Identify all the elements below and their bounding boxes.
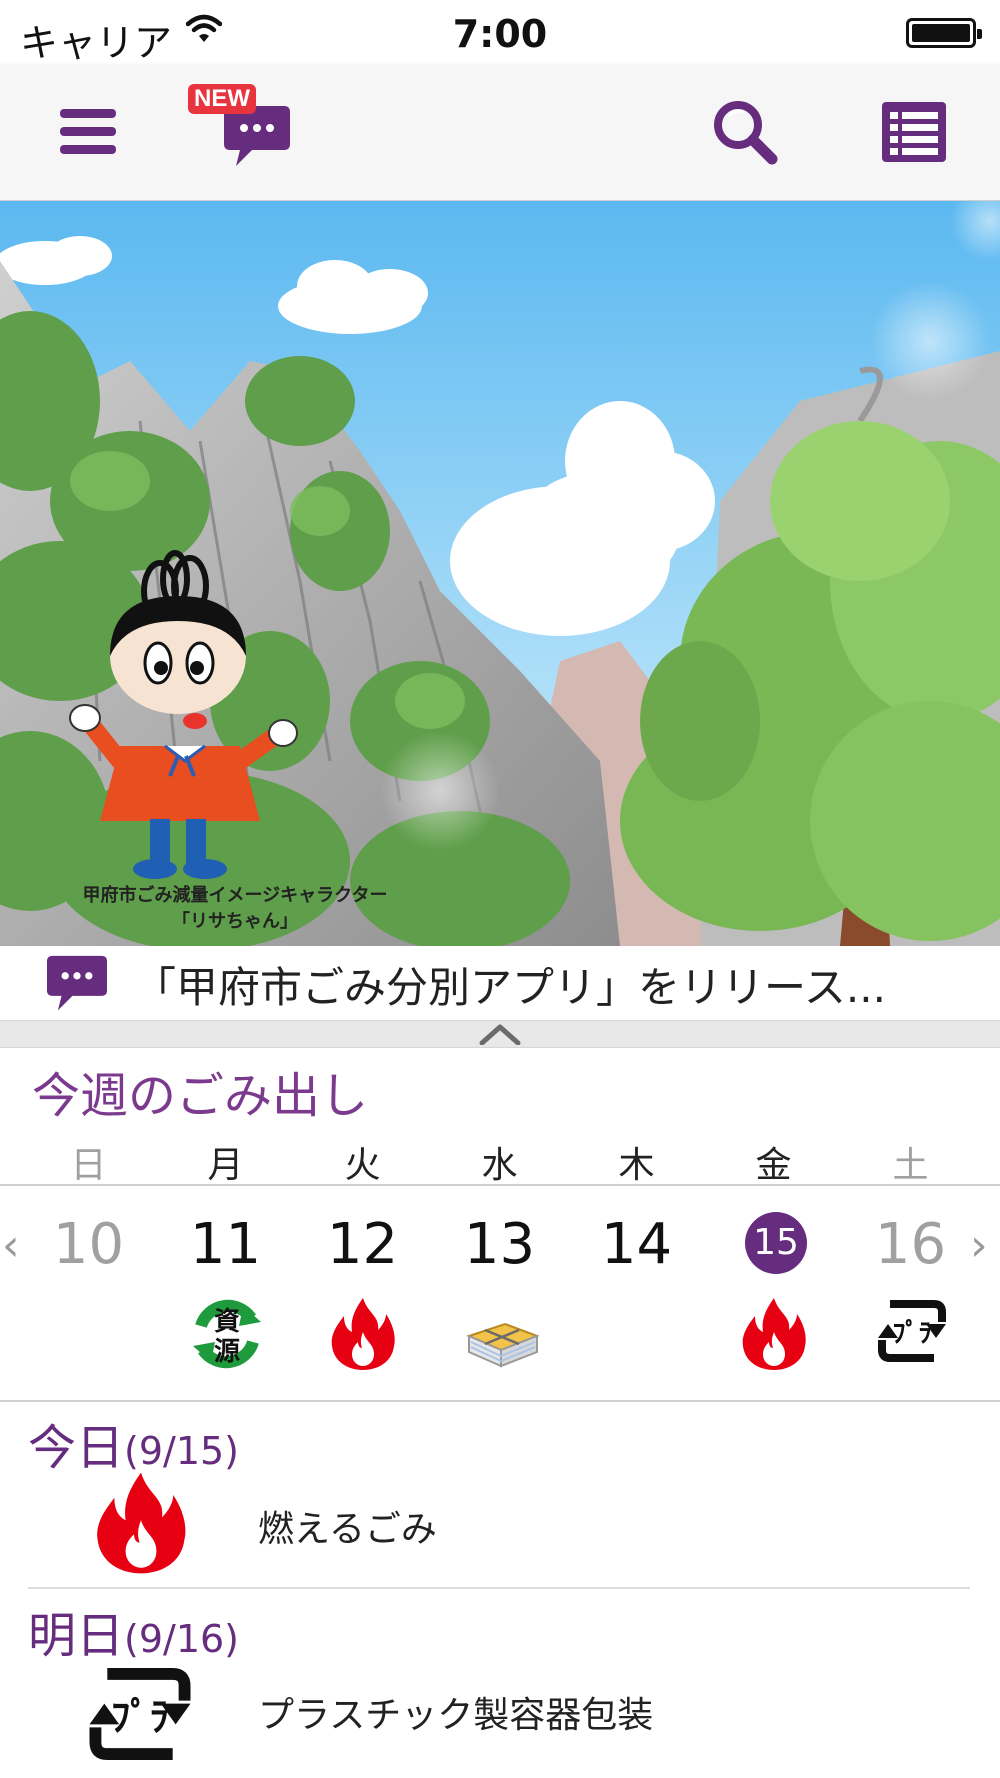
- search-button[interactable]: [700, 64, 790, 200]
- hamburger-icon: [59, 109, 116, 154]
- weekday-fri: 金: [755, 1145, 792, 1186]
- chat-bubble-icon: [47, 955, 107, 1011]
- list-view-button[interactable]: [872, 64, 956, 200]
- today-date-highlight: 15: [745, 1212, 807, 1274]
- day-cell-13[interactable]: 13: [431, 1186, 568, 1400]
- news-headline[interactable]: 「甲府市ごみ分別アプリ」をリリース...: [134, 954, 886, 1015]
- weekday-sat: 土: [892, 1145, 929, 1186]
- hero-banner[interactable]: 甲府市ごみ減量イメージキャラクター 「リサちゃん」: [0, 201, 1000, 946]
- day-cell-10[interactable]: 10: [20, 1186, 157, 1400]
- burnable-flame-icon: [742, 1298, 806, 1370]
- weekday-header: 日 月 火 水 木 金 土: [0, 1132, 1000, 1186]
- resource-recycle-icon: 資 源: [193, 1299, 261, 1369]
- burnable-flame-icon: [331, 1298, 395, 1370]
- status-bar: キャリア 7:00: [0, 0, 1000, 65]
- svg-text:資: 資: [214, 1307, 240, 1337]
- tomorrow-heading: 明日(9/16): [28, 1596, 239, 1666]
- date-number: 16: [874, 1212, 947, 1277]
- burnable-flame-icon: [97, 1472, 186, 1574]
- tomorrow-garbage-type: プラスチック製容器包装: [258, 1695, 654, 1736]
- divider: [28, 1587, 970, 1589]
- date-number: 14: [600, 1212, 673, 1277]
- plastic-recycle-icon: ﾌﾟﾗ: [878, 1300, 946, 1362]
- plastic-recycle-icon: ﾌﾟﾗ: [89, 1667, 191, 1761]
- svg-text:源: 源: [214, 1337, 240, 1367]
- news-button[interactable]: NEW: [188, 64, 298, 200]
- svg-text:ﾌﾟﾗ: ﾌﾟﾗ: [892, 1318, 931, 1349]
- day-cell-12[interactable]: 12: [294, 1186, 431, 1400]
- tomorrow-date: (9/16): [124, 1617, 239, 1661]
- toolbar: NEW: [0, 64, 1000, 202]
- weekday-tue: 火: [344, 1145, 381, 1186]
- clock: 7:00: [452, 12, 548, 56]
- chevron-up-icon: [479, 1024, 521, 1045]
- prev-week-arrow[interactable]: ‹: [2, 1220, 20, 1271]
- weekday-thu: 木: [618, 1145, 655, 1186]
- list-icon: [882, 102, 946, 162]
- today-date: (9/15): [124, 1429, 239, 1473]
- date-number: 11: [189, 1212, 262, 1277]
- day-cell-16[interactable]: 16 ﾌﾟﾗ: [842, 1186, 979, 1400]
- tomorrow-label: 明日: [28, 1608, 125, 1664]
- search-icon: [714, 101, 778, 165]
- section-title-this-week: 今週のごみ出し: [32, 1068, 369, 1124]
- news-ticker[interactable]: 「甲府市ごみ分別アプリ」をリリース...: [0, 946, 1000, 1022]
- day-cell-11[interactable]: 11 資 源: [157, 1186, 294, 1400]
- date-number: 13: [463, 1212, 536, 1277]
- weekday-sun: 日: [70, 1145, 107, 1186]
- week-calendar: ‹ › 10 11 資 源 12 13 14 15 16 ﾌﾟﾗ: [0, 1186, 1000, 1402]
- battery-icon: [906, 18, 982, 48]
- mascot-caption-line1: 甲府市ごみ減量イメージキャラクター: [82, 885, 388, 906]
- mountain-scenery-illustration: [0, 201, 1000, 946]
- mascot-caption: 甲府市ごみ減量イメージキャラクター 「リサちゃん」: [40, 883, 430, 935]
- day-cell-15[interactable]: 15: [705, 1186, 842, 1400]
- day-cell-14[interactable]: 14: [568, 1186, 705, 1400]
- weekday-mon: 月: [207, 1145, 244, 1186]
- svg-text:ﾌﾟﾗ: ﾌﾟﾗ: [111, 1695, 169, 1740]
- new-badge: NEW: [188, 84, 256, 114]
- mascot-caption-line2: 「リサちゃん」: [172, 911, 298, 932]
- date-number: 10: [52, 1212, 125, 1277]
- paper-bundle-icon: [466, 1322, 539, 1368]
- panel-drag-handle[interactable]: [0, 1020, 1000, 1048]
- today-garbage-type: 燃えるごみ: [258, 1509, 437, 1550]
- menu-button[interactable]: [50, 64, 125, 200]
- weekday-wed: 水: [481, 1145, 518, 1186]
- date-number: 12: [326, 1212, 399, 1277]
